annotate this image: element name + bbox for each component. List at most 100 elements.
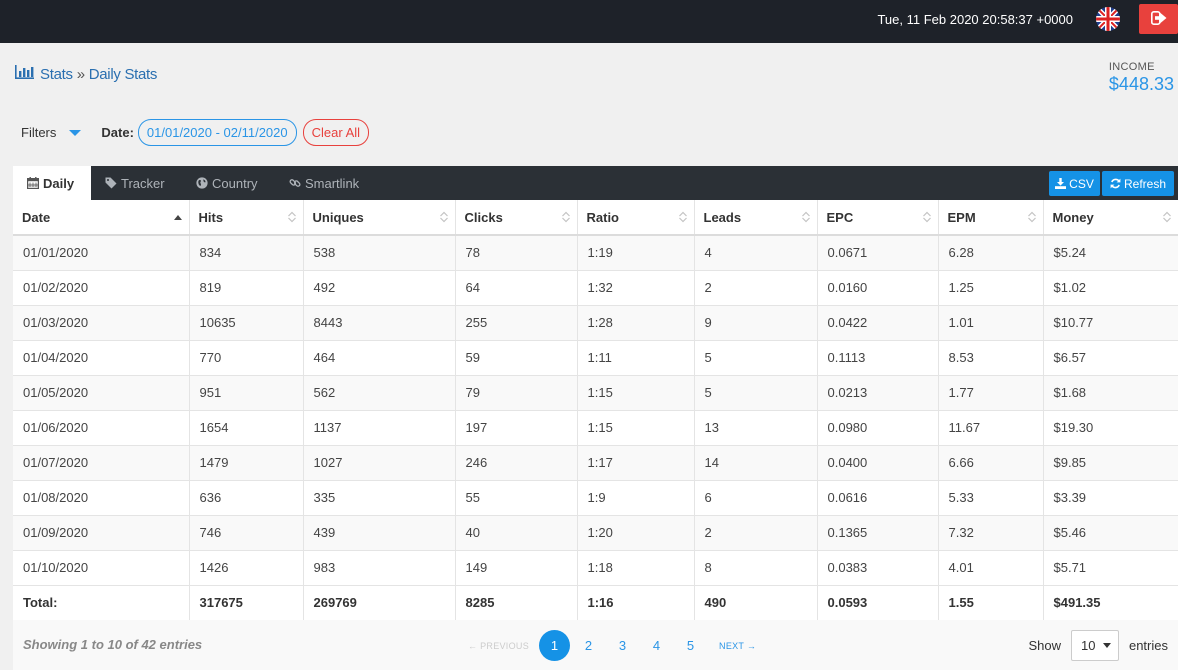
table-cell: 834 bbox=[189, 235, 304, 271]
breadcrumb-stats-link[interactable]: Stats bbox=[40, 66, 73, 83]
column-header-label: Hits bbox=[198, 209, 224, 225]
page-button[interactable]: 4 bbox=[641, 630, 672, 661]
table-cell: 0.0213 bbox=[817, 375, 939, 411]
table-row: 01/10/2020 1426 983 149 1:18 8 0.0383 4.01 $5.71 bbox=[13, 550, 1178, 586]
breadcrumb-separator: » bbox=[76, 65, 85, 83]
tab-bar: Daily Tracker Country Smartlink CSV Refr… bbox=[13, 166, 1178, 200]
table-cell: $9.85 bbox=[1043, 445, 1178, 481]
table-cell: 1.77 bbox=[938, 375, 1044, 411]
tab-label: Smartlink bbox=[305, 175, 360, 191]
column-header[interactable]: Date bbox=[13, 200, 190, 236]
table-cell: 1426 bbox=[189, 550, 304, 586]
table-cell: 40 bbox=[455, 515, 578, 551]
date-range-filter[interactable]: 01/01/2020 - 02/11/2020 bbox=[137, 119, 297, 146]
income-summary: INCOME $448.33 bbox=[1109, 61, 1174, 95]
download-icon bbox=[1055, 178, 1067, 189]
table-cell: 4.01 bbox=[938, 550, 1044, 586]
column-header[interactable]: Leads bbox=[694, 200, 818, 236]
table-cell: 0.0422 bbox=[817, 305, 939, 341]
column-header[interactable]: Money bbox=[1043, 200, 1178, 236]
table-row: 01/03/2020 10635 8443 255 1:28 9 0.0422 1.01 $10… bbox=[13, 305, 1178, 341]
sort-icon bbox=[439, 211, 449, 226]
tab-tracker[interactable]: Tracker bbox=[105, 166, 165, 200]
filters-toggle[interactable]: Filters bbox=[21, 125, 82, 140]
table-cell: 1:28 bbox=[577, 305, 695, 341]
table-cell: 1:18 bbox=[577, 550, 695, 586]
previous-page-button[interactable]: ← PREVIOUS bbox=[468, 641, 529, 651]
page-size-select[interactable]: 10 bbox=[1070, 630, 1119, 661]
server-datetime: Tue, 11 Feb 2020 20:58:37 +0000 bbox=[877, 12, 1073, 27]
table-total-row: Total: 317675 269769 8285 1:16 490 0.0593 1.55 $… bbox=[13, 585, 1178, 621]
table-cell: 770 bbox=[189, 340, 304, 376]
tab-smartlink[interactable]: Smartlink bbox=[289, 166, 359, 200]
tab-label: Daily bbox=[43, 175, 75, 191]
clear-all-button[interactable]: Clear All bbox=[302, 119, 370, 146]
logout-button[interactable] bbox=[1139, 4, 1178, 34]
column-header-label: Ratio bbox=[586, 209, 620, 225]
tag-icon bbox=[105, 177, 117, 189]
show-label: Show bbox=[1028, 638, 1061, 653]
table-cell: 1:9 bbox=[577, 480, 695, 516]
table-cell: 01/04/2020 bbox=[13, 340, 190, 376]
entries-label: entries bbox=[1128, 638, 1168, 653]
table-cell: 1.01 bbox=[938, 305, 1044, 341]
table-cell: 9 bbox=[694, 305, 818, 341]
refresh-label: Refresh bbox=[1123, 176, 1167, 191]
table-cell: 01/10/2020 bbox=[13, 550, 190, 586]
sort-icon bbox=[561, 211, 571, 226]
table-cell: 1:20 bbox=[577, 515, 695, 551]
table-cell: $5.24 bbox=[1043, 235, 1178, 271]
column-header[interactable]: Uniques bbox=[303, 200, 456, 236]
total-cell: 0.0593 bbox=[817, 585, 939, 621]
table-cell: 55 bbox=[455, 480, 578, 516]
breadcrumb-current: Daily Stats bbox=[88, 65, 158, 83]
column-header[interactable]: EPM bbox=[938, 200, 1044, 236]
tab-country[interactable]: Country bbox=[196, 166, 258, 200]
total-cell: 1.55 bbox=[938, 585, 1044, 621]
table-cell: 335 bbox=[303, 480, 456, 516]
table-cell: 11.67 bbox=[938, 410, 1044, 446]
sign-out-icon bbox=[1150, 10, 1167, 28]
column-header[interactable]: Clicks bbox=[455, 200, 578, 236]
refresh-icon bbox=[1110, 178, 1121, 189]
csv-export-button[interactable]: CSV bbox=[1049, 171, 1100, 196]
refresh-button[interactable]: Refresh bbox=[1102, 171, 1174, 196]
page-button[interactable]: 1 bbox=[539, 630, 571, 661]
table-cell: 6 bbox=[694, 480, 818, 516]
page-button[interactable]: 5 bbox=[675, 630, 706, 661]
table-row: 01/07/2020 1479 1027 246 1:17 14 0.0400 6.66 $9.… bbox=[13, 445, 1178, 481]
page-button[interactable]: 2 bbox=[573, 630, 604, 661]
total-cell: 1:16 bbox=[577, 585, 695, 621]
bar-chart-icon bbox=[15, 65, 34, 83]
top-bar: Tue, 11 Feb 2020 20:58:37 +0000 bbox=[0, 0, 1178, 43]
table-cell: 1479 bbox=[189, 445, 304, 481]
table-cell: 8 bbox=[694, 550, 818, 586]
table-cell: 7.32 bbox=[938, 515, 1044, 551]
next-page-button[interactable]: NEXT → bbox=[719, 641, 756, 651]
table-cell: $19.30 bbox=[1043, 410, 1178, 446]
sort-icon bbox=[678, 211, 688, 226]
table-cell: 01/02/2020 bbox=[13, 270, 190, 306]
page-button[interactable]: 3 bbox=[607, 630, 638, 661]
column-header-label: EPM bbox=[947, 209, 976, 225]
column-header-label: Money bbox=[1052, 209, 1094, 225]
column-header[interactable]: EPC bbox=[817, 200, 939, 236]
uk-flag-icon[interactable] bbox=[1096, 7, 1120, 31]
table-cell: 0.1113 bbox=[817, 340, 939, 376]
table-cell: $6.57 bbox=[1043, 340, 1178, 376]
table-cell: 746 bbox=[189, 515, 304, 551]
table-cell: 01/07/2020 bbox=[13, 445, 190, 481]
column-header-label: Leads bbox=[703, 209, 742, 225]
table-cell: 01/08/2020 bbox=[13, 480, 190, 516]
table-cell: 5 bbox=[694, 340, 818, 376]
total-cell: $491.35 bbox=[1043, 585, 1178, 621]
table-cell: 5.33 bbox=[938, 480, 1044, 516]
column-header[interactable]: Hits bbox=[189, 200, 304, 236]
pagination: ← PREVIOUS 12345 NEXT → bbox=[468, 630, 756, 661]
column-header[interactable]: Ratio bbox=[577, 200, 695, 236]
table-cell: 10635 bbox=[189, 305, 304, 341]
table-cell: 246 bbox=[455, 445, 578, 481]
table-cell: 0.0671 bbox=[817, 235, 939, 271]
table-cell: $1.68 bbox=[1043, 375, 1178, 411]
tab-daily[interactable]: Daily bbox=[13, 166, 91, 200]
